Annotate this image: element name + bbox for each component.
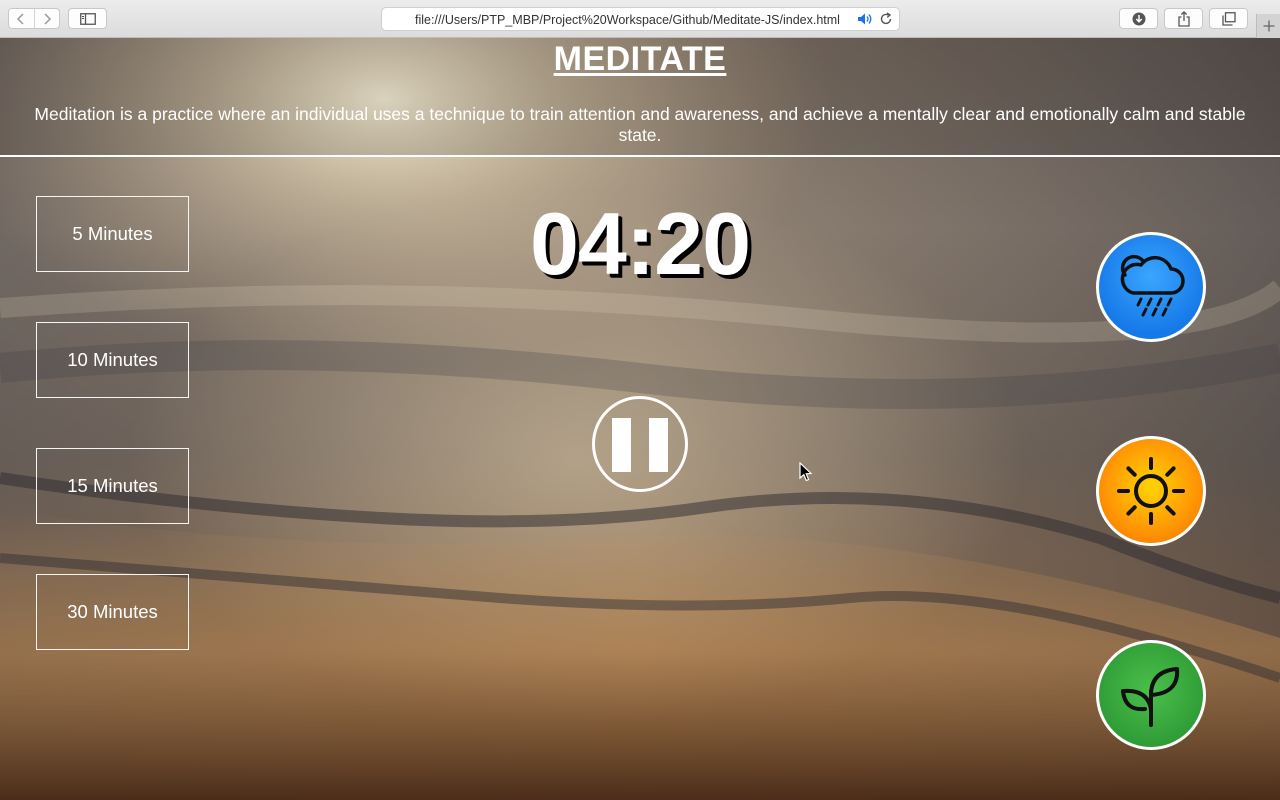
plus-icon bbox=[1263, 20, 1274, 32]
reload-icon[interactable] bbox=[879, 12, 893, 26]
sidebar-icon bbox=[79, 12, 96, 25]
new-tab-button[interactable] bbox=[1256, 14, 1280, 38]
chevron-left-icon bbox=[17, 12, 24, 25]
page-title: MEDITATE bbox=[553, 40, 727, 78]
downloads-button[interactable] bbox=[1119, 8, 1158, 29]
address-bar[interactable]: file:///Users/PTP_MBP/Project%20Workspac… bbox=[381, 7, 900, 31]
url-text: file:///Users/PTP_MBP/Project%20Workspac… bbox=[415, 13, 840, 27]
time-display: 04:20 bbox=[529, 194, 751, 293]
header-divider bbox=[0, 155, 1280, 157]
browser-toolbar: file:///Users/PTP_MBP/Project%20Workspac… bbox=[0, 0, 1280, 38]
share-icon bbox=[1177, 10, 1190, 27]
tabs-icon bbox=[1221, 11, 1236, 26]
page-description: Meditation is a practice where an indivi… bbox=[34, 104, 1246, 145]
duration-15-button[interactable]: 15 Minutes bbox=[36, 448, 189, 524]
sun-sound-button[interactable] bbox=[1096, 436, 1206, 546]
chevron-right-icon bbox=[44, 12, 51, 25]
page-header: MEDITATE Meditation is a practice where … bbox=[0, 38, 1280, 156]
rain-sound-button[interactable] bbox=[1096, 232, 1206, 342]
plant-sound-button[interactable] bbox=[1096, 640, 1206, 750]
speaker-icon[interactable] bbox=[857, 12, 873, 26]
mouse-cursor-icon bbox=[799, 462, 813, 482]
meditate-page: MEDITATE Meditation is a practice where … bbox=[0, 38, 1280, 800]
sprout-icon bbox=[1121, 667, 1180, 727]
duration-30-button[interactable]: 30 Minutes bbox=[36, 574, 189, 650]
download-icon bbox=[1132, 12, 1145, 25]
back-button[interactable] bbox=[9, 9, 34, 28]
forward-button[interactable] bbox=[33, 9, 60, 28]
duration-10-button[interactable]: 10 Minutes bbox=[36, 322, 189, 398]
pause-button[interactable] bbox=[592, 396, 688, 492]
sun-icon bbox=[1117, 457, 1185, 525]
pause-icon bbox=[612, 418, 631, 472]
tabs-overview-button[interactable] bbox=[1209, 8, 1248, 29]
history-nav bbox=[8, 8, 60, 29]
share-button[interactable] bbox=[1164, 8, 1203, 29]
sidebar-button[interactable] bbox=[68, 8, 107, 29]
rain-cloud-icon bbox=[1120, 254, 1185, 317]
pause-icon-bar bbox=[649, 418, 668, 472]
